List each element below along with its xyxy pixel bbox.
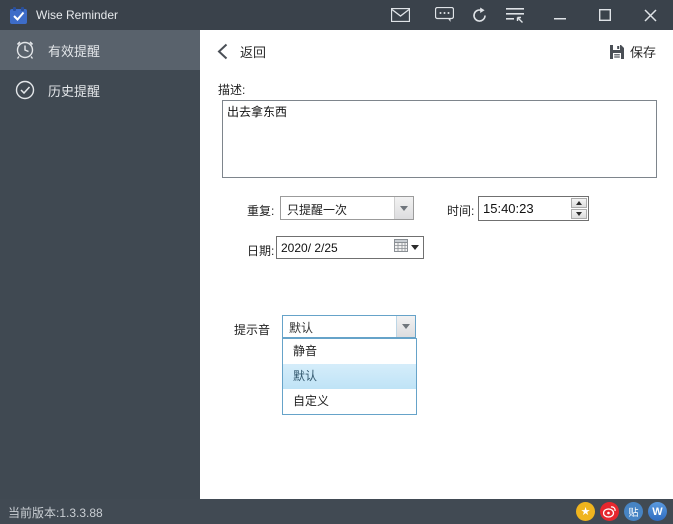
tieba-icon[interactable]: 贴 <box>624 502 643 521</box>
close-icon[interactable] <box>635 0 665 30</box>
date-label: 日期: <box>247 242 274 259</box>
sound-option-default[interactable]: 默认 <box>283 364 416 389</box>
sound-option-mute[interactable]: 静音 <box>283 339 416 364</box>
repeat-value: 只提醒一次 <box>281 197 394 219</box>
time-spinner[interactable]: 15:40:23 <box>478 196 589 221</box>
save-label: 保存 <box>630 42 656 61</box>
description-input[interactable] <box>222 100 657 178</box>
wise-w-icon[interactable]: W <box>648 502 667 521</box>
feedback-icon[interactable] <box>429 0 459 30</box>
refresh-icon[interactable] <box>464 0 494 30</box>
app-logo-icon <box>10 7 27 24</box>
chevron-down-icon[interactable] <box>394 197 413 219</box>
menu-list-icon[interactable] <box>500 0 530 30</box>
repeat-label: 重复: <box>247 202 274 219</box>
time-spinner-buttons <box>570 197 588 220</box>
wise-reminder-window: Wise Reminder <box>0 0 673 524</box>
social-links: ★ 贴 W <box>576 502 667 521</box>
sidebar-item-label: 历史提醒 <box>48 81 100 100</box>
sound-option-custom[interactable]: 自定义 <box>283 389 416 414</box>
sound-label: 提示音 <box>234 321 270 338</box>
titlebar: Wise Reminder <box>0 0 673 30</box>
time-label: 时间: <box>447 202 474 219</box>
version-text: 当前版本:1.3.3.88 <box>8 504 103 521</box>
time-value: 15:40:23 <box>479 197 570 220</box>
sidebar-item-label: 有效提醒 <box>48 41 100 60</box>
date-value: 2020/ 2/25 <box>277 241 394 255</box>
chevron-left-icon <box>217 43 228 60</box>
check-circle-icon <box>14 79 36 101</box>
back-label: 返回 <box>240 42 266 61</box>
minimize-icon[interactable] <box>545 0 575 30</box>
calendar-icon <box>394 239 408 257</box>
sidebar: 有效提醒 历史提醒 <box>0 30 200 499</box>
back-button[interactable]: 返回 <box>217 42 266 61</box>
reminder-edit-panel: 返回 保存 描述: 重复: 只提醒一次 时间: 15:40:23 <box>200 30 673 499</box>
sound-select[interactable]: 默认 <box>282 315 416 338</box>
sidebar-item-history-reminders[interactable]: 历史提醒 <box>0 70 200 110</box>
save-button[interactable]: 保存 <box>609 42 656 61</box>
maximize-icon[interactable] <box>590 0 620 30</box>
sound-dropdown-list: 静音 默认 自定义 <box>282 338 417 415</box>
date-picker[interactable]: 2020/ 2/25 <box>276 236 424 259</box>
spin-up-icon[interactable] <box>571 198 587 208</box>
mail-icon[interactable] <box>385 0 415 30</box>
weibo-icon[interactable] <box>600 502 619 521</box>
chevron-down-icon[interactable] <box>411 245 419 250</box>
status-bar: 当前版本:1.3.3.88 ★ 贴 W <box>0 499 673 524</box>
alarm-clock-icon <box>14 39 36 61</box>
save-floppy-icon <box>609 44 625 60</box>
repeat-select[interactable]: 只提醒一次 <box>280 196 414 220</box>
chevron-down-icon[interactable] <box>396 316 415 337</box>
sound-value: 默认 <box>283 316 396 337</box>
qzone-star-icon[interactable]: ★ <box>576 502 595 521</box>
window-title: Wise Reminder <box>36 8 118 22</box>
description-label: 描述: <box>218 81 245 98</box>
sidebar-item-active-reminders[interactable]: 有效提醒 <box>0 30 200 70</box>
spin-down-icon[interactable] <box>571 209 587 219</box>
